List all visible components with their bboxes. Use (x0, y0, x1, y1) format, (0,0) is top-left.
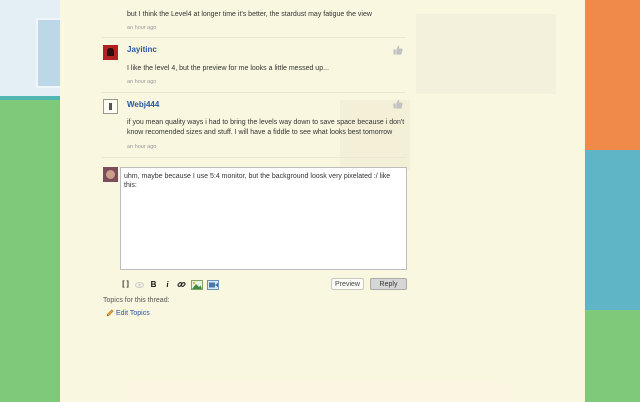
preview-button[interactable]: Preview (331, 278, 364, 290)
comment-time: an hour ago (127, 79, 157, 85)
avatar[interactable] (103, 45, 118, 60)
comment-username[interactable]: Webj444 (127, 100, 159, 109)
italic-button[interactable]: i (162, 279, 173, 290)
thumbs-up-icon[interactable] (393, 45, 403, 55)
divider (102, 157, 406, 158)
comment-text-line: if you mean quality ways i had to bring … (127, 119, 405, 126)
comment-text-line: know recomended sizes and stuff. I will … (127, 129, 393, 136)
avatar[interactable] (103, 99, 118, 114)
video-icon[interactable] (206, 279, 219, 290)
divider (102, 37, 406, 38)
link-icon[interactable] (176, 279, 187, 290)
edit-topics-link[interactable]: Edit Topics (106, 309, 150, 317)
reply-textarea[interactable]: uhm, maybe because I use 5:4 monitor, bu… (120, 167, 407, 270)
image-icon[interactable] (190, 279, 203, 290)
eye-icon[interactable] (134, 279, 145, 290)
comment-text: but I think the Level4 at longer time it… (127, 11, 372, 18)
comment-time: an hour ago (127, 25, 157, 31)
topics-label: Topics for this thread: (103, 297, 170, 304)
edit-topics-label: Edit Topics (116, 309, 150, 317)
code-button[interactable]: [ ] (120, 279, 131, 290)
avatar (103, 167, 118, 182)
reply-button[interactable]: Reply (370, 278, 407, 290)
comment-username[interactable]: Jayitinc (127, 45, 157, 54)
comments-panel: but I think the Level4 at longer time it… (60, 0, 585, 402)
comment-time: an hour ago (127, 144, 157, 150)
bold-button[interactable]: B (148, 279, 159, 290)
pencil-icon (106, 309, 114, 317)
thumbs-up-icon[interactable] (393, 99, 403, 109)
comment-text: I like the level 4, but the preview for … (127, 65, 329, 72)
divider (102, 92, 406, 93)
